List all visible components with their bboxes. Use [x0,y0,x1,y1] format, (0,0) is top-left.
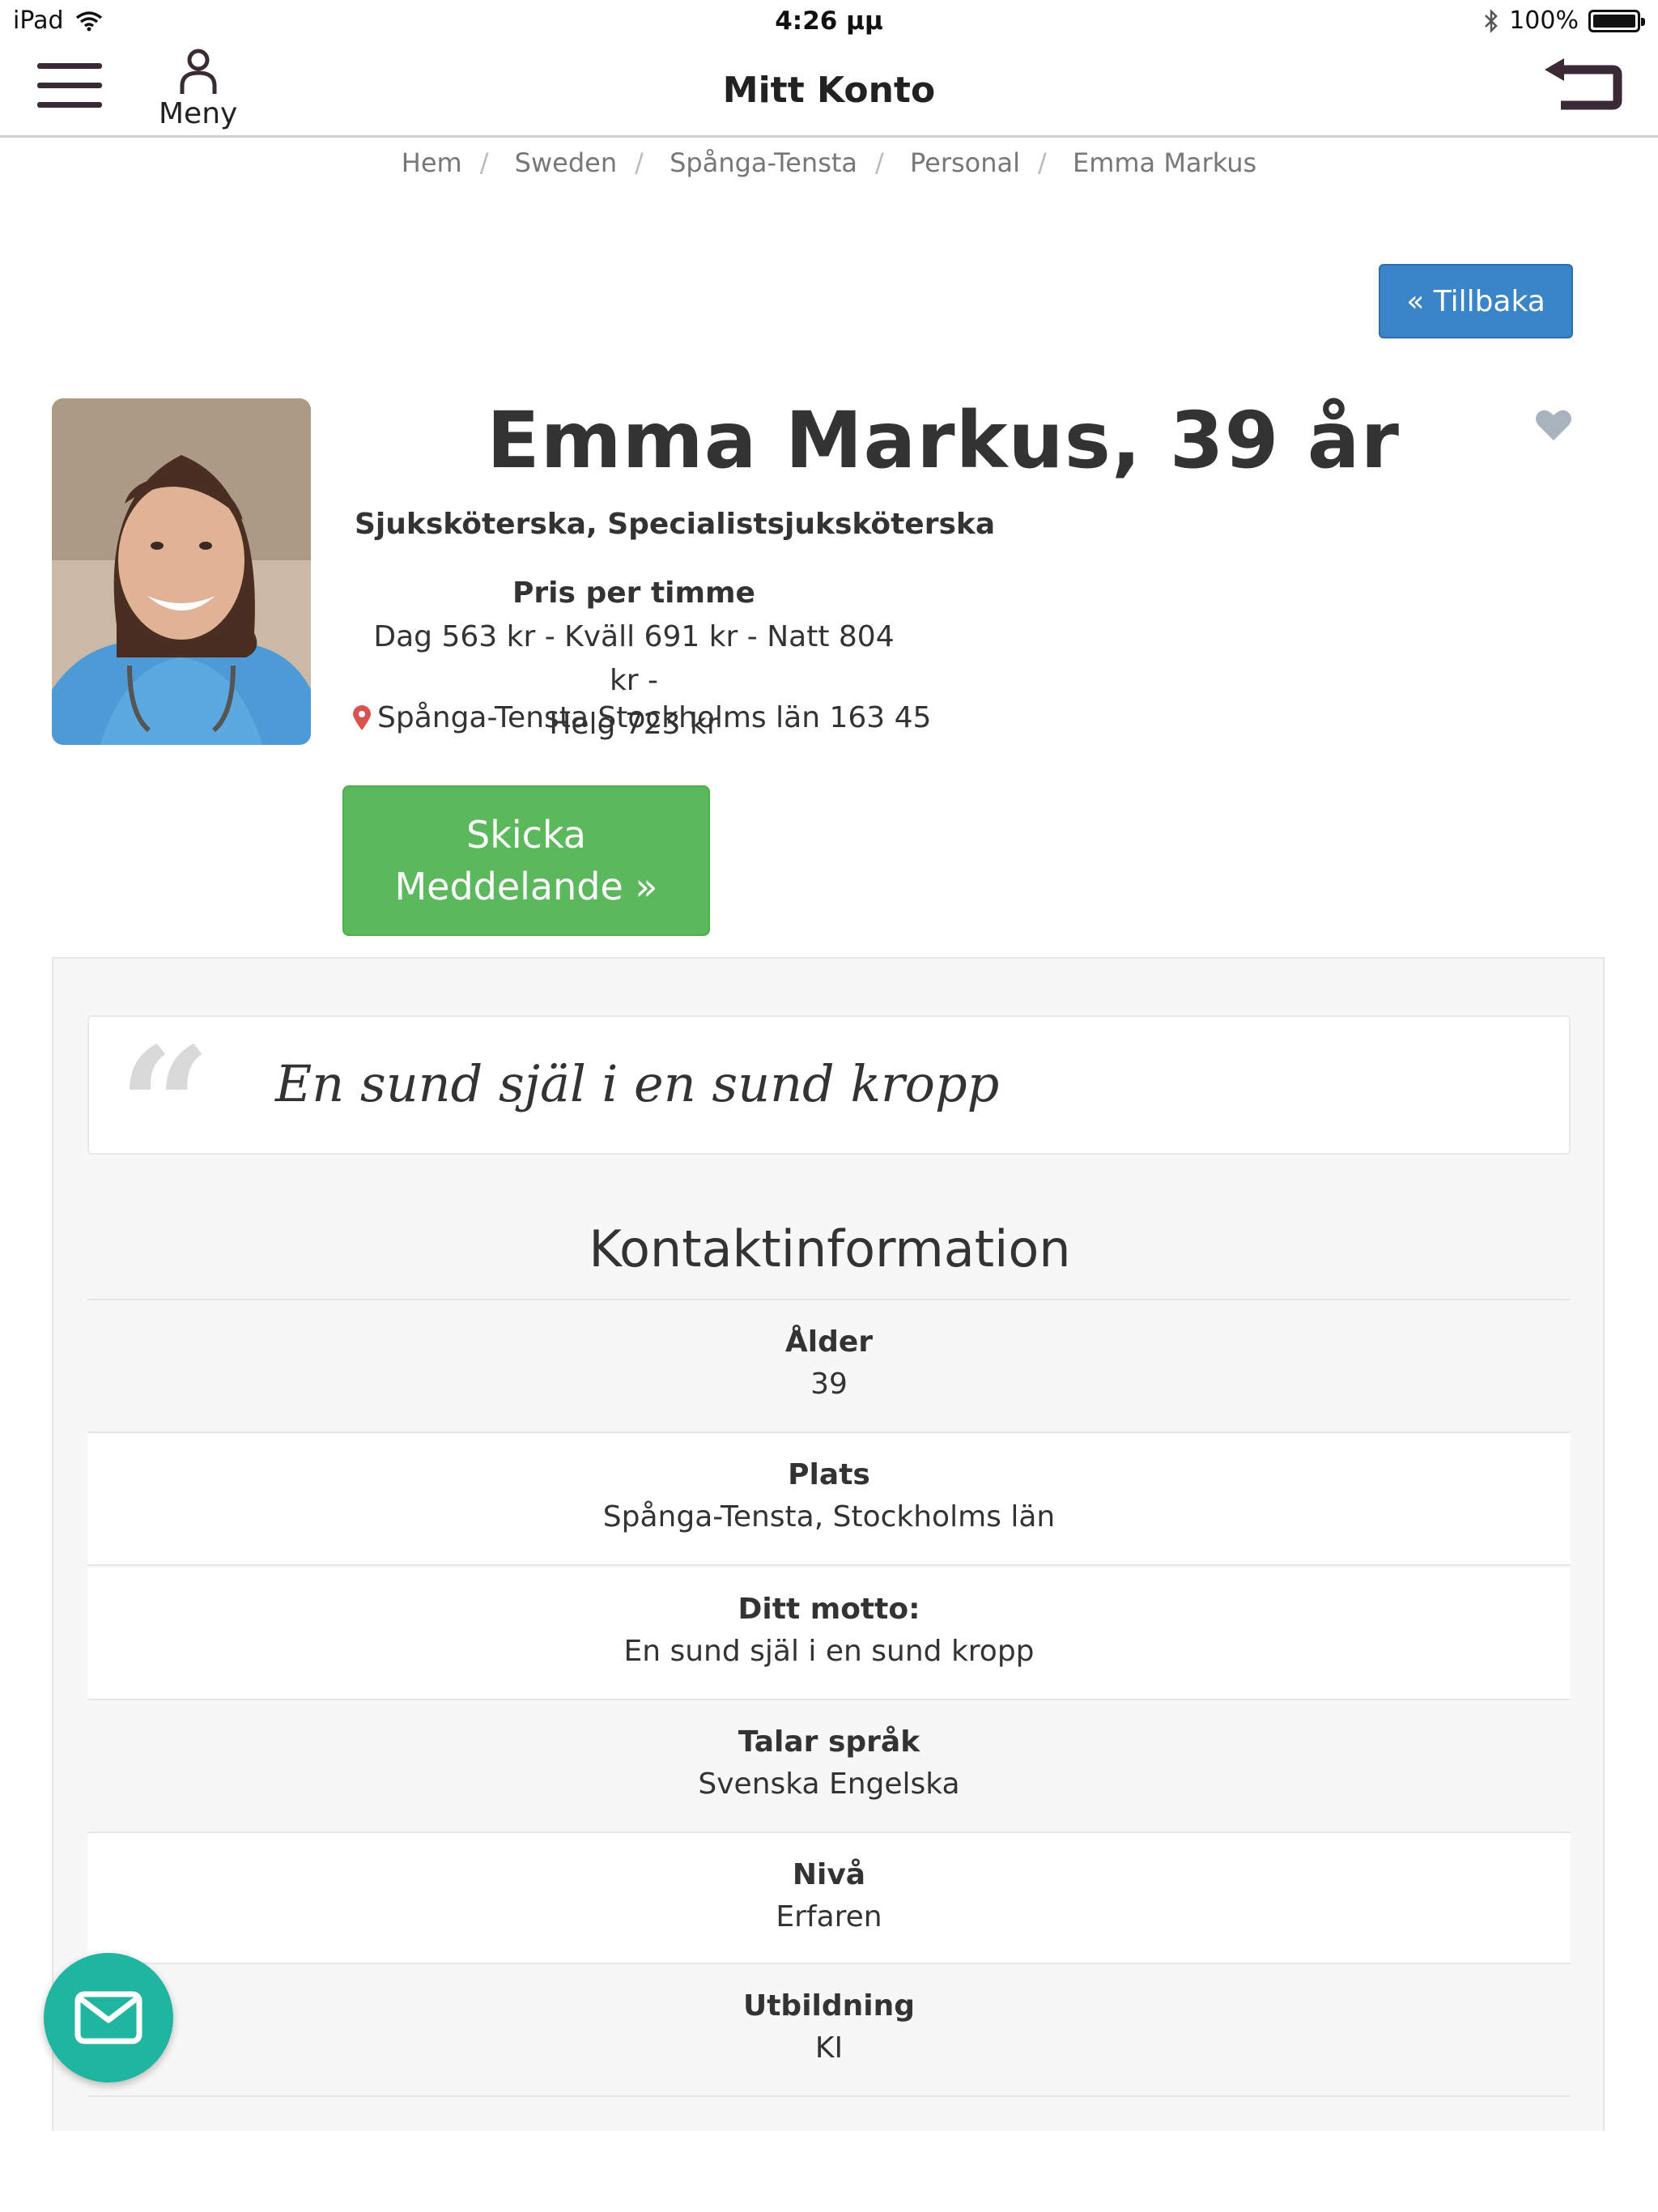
map-pin-icon [353,704,371,730]
quote-icon: “ [118,1012,212,1202]
info-row-location: Plats Spånga-Tensta, Stockholms län [87,1433,1571,1566]
info-row-languages: Talar språk Svenska Engelska [87,1700,1571,1833]
status-bar: iPad 4:26 μμ 100% [0,0,1658,45]
bluetooth-icon [1485,8,1498,33]
price-line-1: Dag 563 kr - Kväll 691 kr - Natt 804 kr … [373,620,895,697]
info-row-level: Nivå Erfaren [87,1833,1571,1964]
info-label: Ditt motto: [738,1593,920,1626]
info-label: Ålder [784,1325,874,1359]
info-label: Plats [788,1458,870,1491]
breadcrumb-area[interactable]: Spånga-Tensta [670,147,857,178]
info-value: KI [814,2031,844,2065]
info-row-age: Ålder 39 [87,1300,1571,1433]
breadcrumb: Hem / Sweden / Spånga-Tensta / Personal / Em… [401,147,1257,178]
battery-icon [1588,9,1645,32]
info-row-education: Utbildning KI [87,1964,1571,2097]
info-label: Utbildning [742,1989,916,2023]
breadcrumb-country[interactable]: Sweden [515,147,617,178]
info-value: Spånga-Tensta, Stockholms län [602,1500,1056,1534]
contact-title: Kontaktinformation [589,1219,1071,1278]
motto-quote: “ En sund själ i en sund kropp [87,1015,1571,1189]
price-title: Pris per timme [512,576,755,610]
status-right: 100% [1483,6,1645,35]
battery-percent: 100% [1509,6,1579,35]
info-row-motto: Ditt motto: En sund själ i en sund kropp [87,1568,1571,1700]
page-title: Mitt Konto [722,70,936,111]
info-value: 39 [810,1368,848,1401]
status-time: 4:26 μμ [775,6,883,36]
send-message-line-2: Meddelande » [394,865,658,908]
motto-quote-text: En sund själ i en sund kropp [275,1054,1000,1113]
back-button[interactable]: « Tillbaka [1379,264,1573,338]
send-message-line-1: Skicka [466,813,586,857]
info-value: Erfaren [776,1900,882,1933]
profession: Sjuksköterska, Specialistsjuksköterska [355,508,996,541]
info-label: Nivå [792,1858,866,1891]
info-value: En sund själ i en sund kropp [623,1635,1035,1668]
mail-fab-button[interactable] [44,1953,173,2082]
profile-photo [52,398,311,745]
send-message-button[interactable]: Skicka Meddelande » [342,785,710,936]
breadcrumb-current: Emma Markus [1072,147,1257,178]
profile-name: Emma Markus, 39 år [487,395,1400,486]
breadcrumb-home[interactable]: Hem [402,147,462,178]
profile-details-panel: “ En sund själ i en sund kropp Kontaktin… [52,957,1605,2131]
nav-bar: Meny Mitt Konto [0,45,1658,138]
info-label: Talar språk [738,1725,920,1759]
location-line: Spånga-Tensta Stockholms län 163 45 [353,701,931,734]
mail-icon [74,1991,142,2044]
return-arrow-icon[interactable] [1543,58,1622,118]
heart-icon[interactable] [1535,408,1572,445]
info-value: Svenska Engelska [698,1767,960,1801]
breadcrumb-category[interactable]: Personal [910,147,1020,178]
location-text: Spånga-Tensta Stockholms län 163 45 [377,701,932,734]
